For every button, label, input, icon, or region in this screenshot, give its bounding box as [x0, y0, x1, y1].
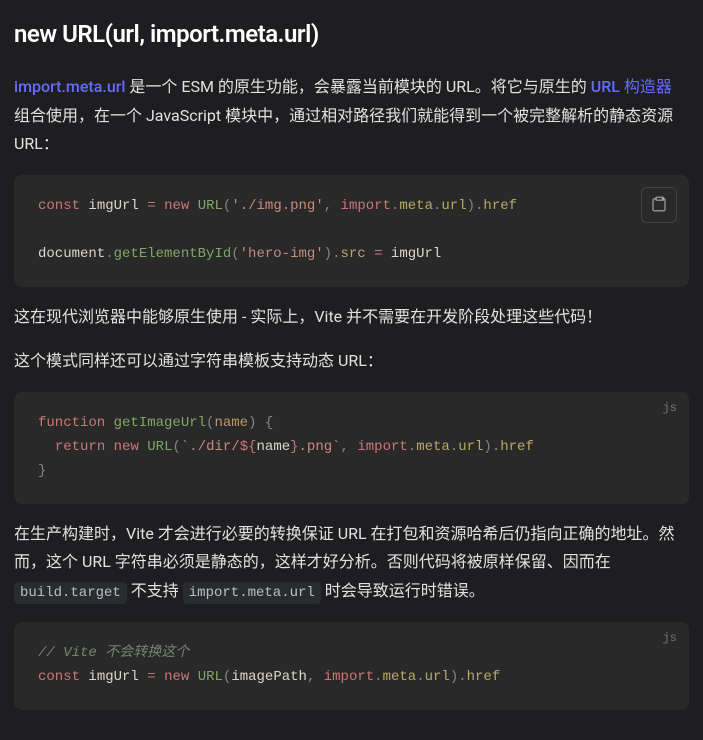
- code-block-3: js // Vite 不会转换这个 const imgUrl = new URL…: [14, 622, 689, 710]
- code-content: // Vite 不会转换这个 const imgUrl = new URL(im…: [14, 622, 689, 710]
- code-content: function getImageUrl(name) { return new …: [14, 392, 689, 503]
- inline-code-build-target: build.target: [14, 582, 127, 604]
- paragraph-2: 这在现代浏览器中能够原生使用 - 实际上，Vite 并不需要在开发阶段处理这些代…: [14, 303, 689, 332]
- code-content: const imgUrl = new URL('./img.png', impo…: [14, 175, 689, 286]
- inline-code-import-meta-url: import.meta.url: [183, 582, 321, 604]
- paragraph-3: 这个模式同样还可以通过字符串模板支持动态 URL：: [14, 347, 689, 376]
- code-lang-label: js: [663, 628, 677, 648]
- clipboard-icon: [650, 195, 668, 216]
- intro-text-2: 组合使用，在一个 JavaScript 模块中，通过相对路径我们就能得到一个被完…: [14, 106, 673, 154]
- import-meta-url-link[interactable]: import.meta.url: [14, 77, 125, 96]
- section-heading: new URL(url, import.meta.url): [14, 14, 689, 55]
- code-block-1: const imgUrl = new URL('./img.png', impo…: [14, 175, 689, 286]
- p4-text-2: 不支持: [127, 581, 183, 600]
- url-constructor-link[interactable]: URL 构造器: [591, 77, 672, 96]
- p4-text-1: 在生产构建时，Vite 才会进行必要的转换保证 URL 在打包和资源哈希后仍指向…: [14, 524, 675, 572]
- copy-button[interactable]: [641, 187, 677, 223]
- code-block-2: js function getImageUrl(name) { return n…: [14, 392, 689, 503]
- code-lang-label: js: [663, 398, 677, 418]
- p4-text-3: 时会导致运行时错误。: [321, 581, 485, 600]
- intro-text-1: 是一个 ESM 的原生功能，会暴露当前模块的 URL。将它与原生的: [125, 77, 590, 96]
- intro-paragraph: import.meta.url 是一个 ESM 的原生功能，会暴露当前模块的 U…: [14, 73, 689, 159]
- paragraph-4: 在生产构建时，Vite 才会进行必要的转换保证 URL 在打包和资源哈希后仍指向…: [14, 520, 689, 607]
